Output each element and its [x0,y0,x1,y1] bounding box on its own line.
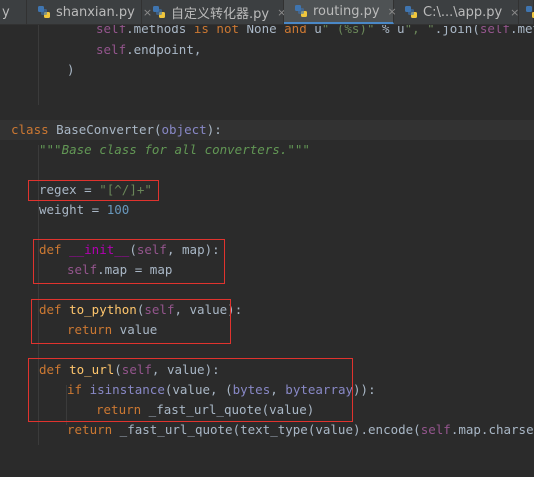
close-icon[interactable]: × [510,6,519,19]
annotation-box-to-python [31,299,231,344]
code-line-1: self.methods is not None and u" (%s)" % … [96,25,534,36]
tab-partial-py[interactable]: y [0,0,27,24]
code-editor[interactable]: self.methods is not None and u" (%s)" % … [0,25,534,477]
tab-label: shanxian.py [56,4,135,20]
annotation-box-to-url [28,358,353,422]
python-file-icon [152,5,166,19]
tab-shanxian[interactable]: shanxian.py × [27,0,152,24]
tab-label: routing.py [313,3,380,19]
tab-label: C:\...\app.py [423,4,503,20]
tab-app[interactable]: C:\...\app.py × [394,0,519,24]
tab-routing[interactable]: routing.py × [284,0,397,24]
tab-label: 自定义转化器.py [171,6,270,22]
python-file-icon [525,5,534,19]
tab-custom-converter[interactable]: 自定义转化器.py × [142,0,286,24]
tab-label: y [2,4,10,20]
tab-overflow[interactable] [519,0,534,24]
editor-tab-bar: y shanxian.py × 自定义转化器.py × routing.py ×… [0,0,534,25]
code-line-class: class BaseConverter(object): [0,120,534,140]
code-line-docstring: """Base class for all converters.""" [39,142,310,157]
code-line-2: self.endpoint, [96,42,202,57]
python-file-icon [294,4,308,18]
python-file-icon [404,5,418,19]
annotation-box-init [33,239,225,284]
code-line-3: ) [67,62,75,77]
code-line-return-encode: return _fast_url_quote(text_type(value).… [67,422,534,437]
annotation-box-regex [28,180,159,201]
python-file-icon [37,5,51,19]
code-line-weight: weight = 100 [39,202,130,217]
